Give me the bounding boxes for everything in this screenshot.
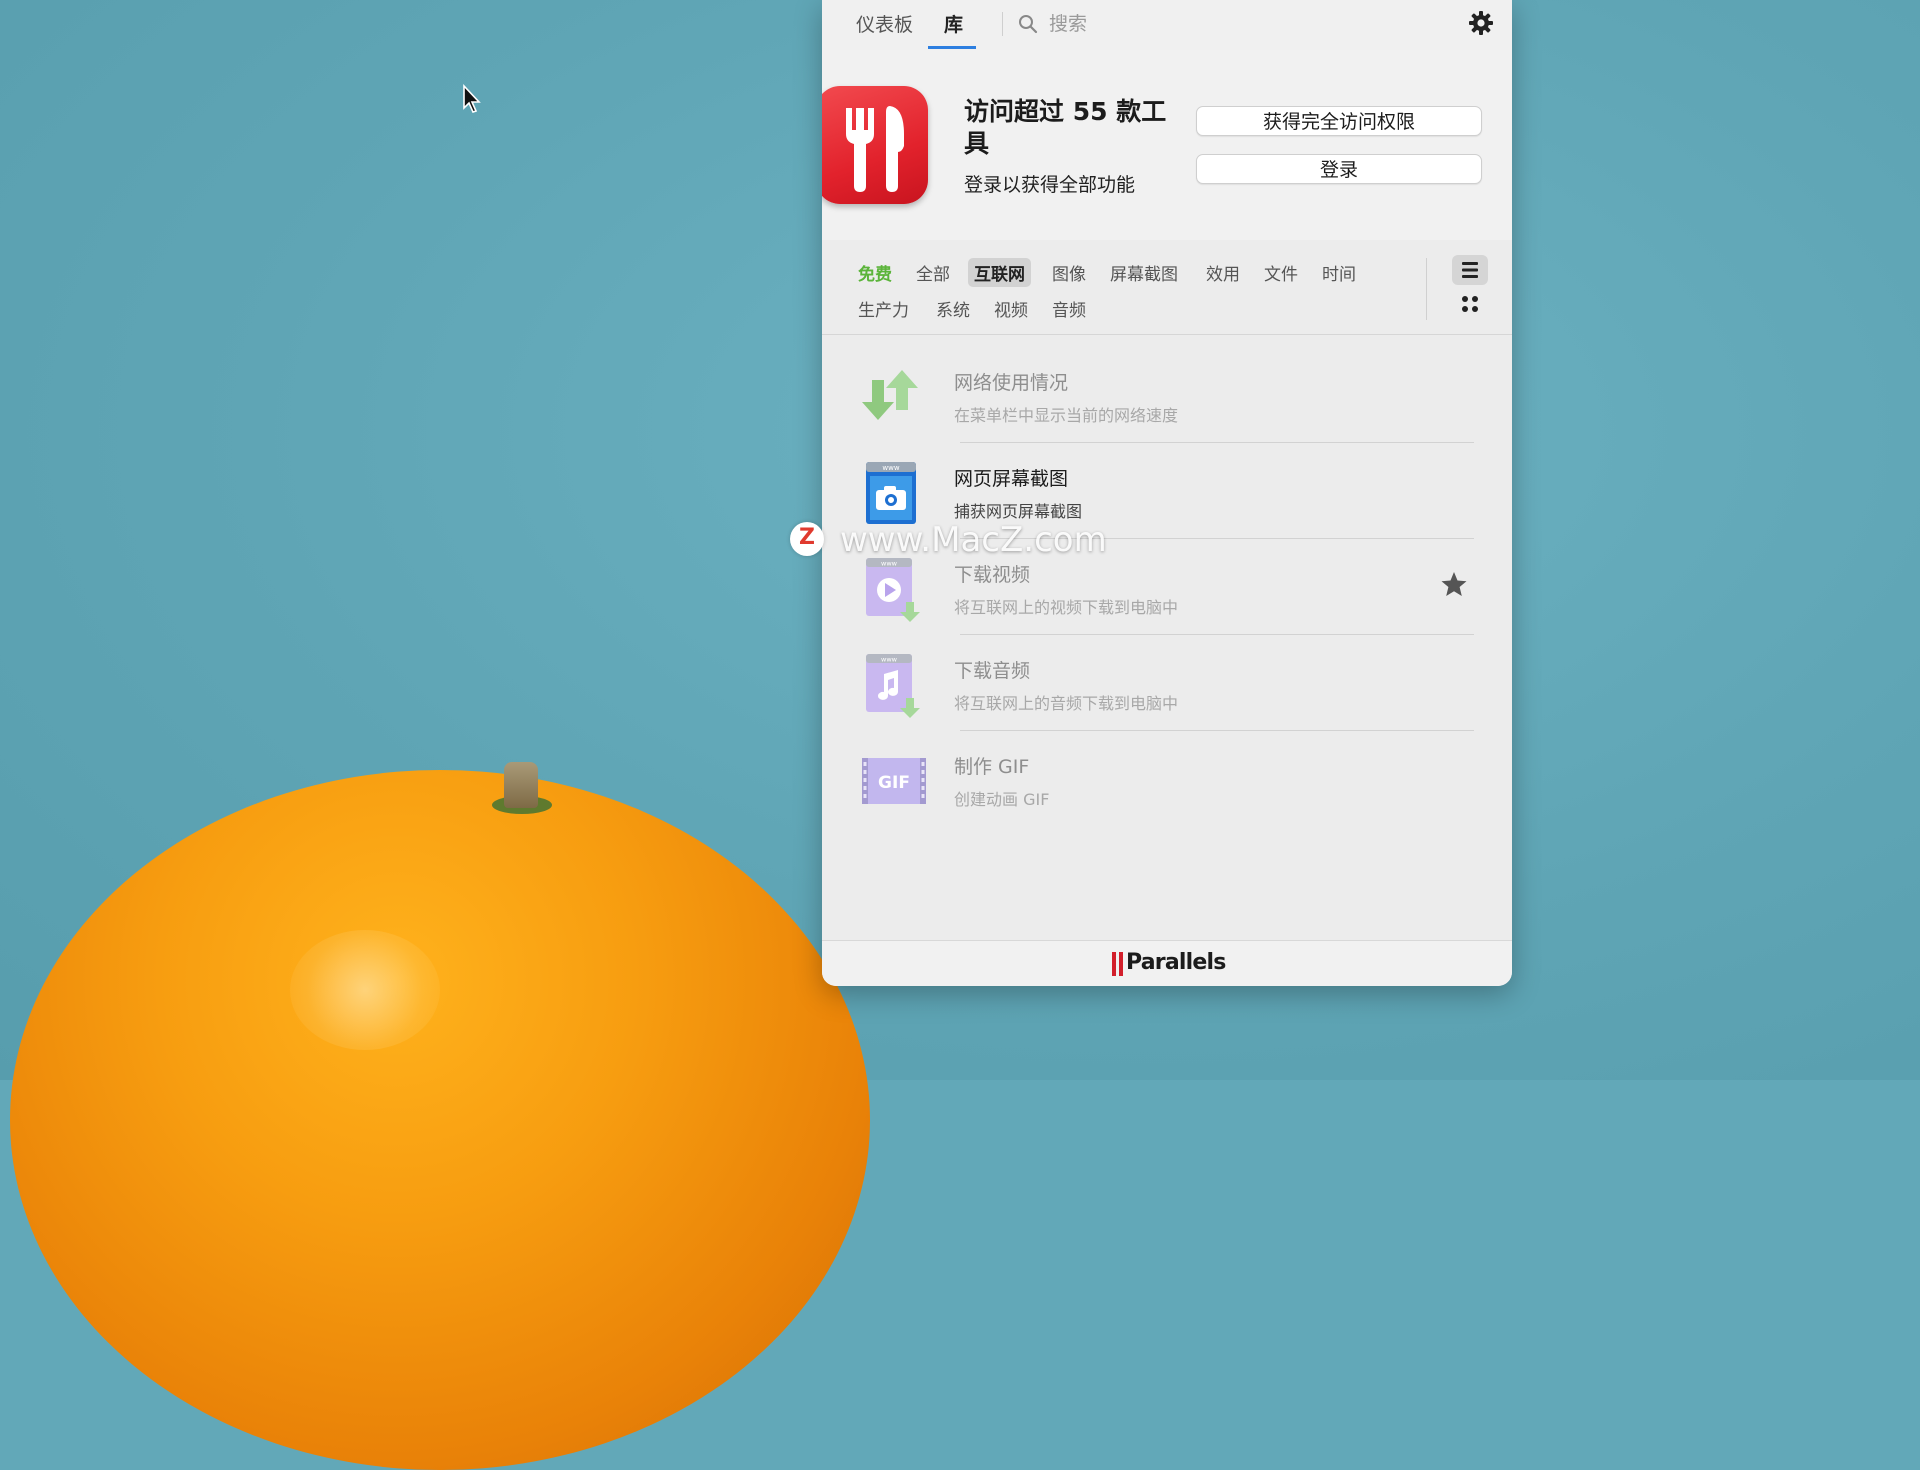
favorite-star-icon[interactable] bbox=[1440, 570, 1468, 598]
category-filter: 免费 全部 互联网 图像 屏幕截图 效用 文件 时间 生产力 系统 视频 音频 bbox=[822, 240, 1512, 335]
promo-subtitle: 登录以获得全部功能 bbox=[964, 174, 1136, 196]
category-divider bbox=[1426, 258, 1427, 320]
parallels-brand-text: Parallels bbox=[1126, 950, 1226, 975]
watermark-badge-icon: Z bbox=[790, 522, 824, 556]
watermark-badge-letter: Z bbox=[799, 525, 815, 550]
category-video[interactable]: 视频 bbox=[988, 294, 1034, 323]
tool-item-download-audio[interactable]: www 下载音频 将互联网上的音频下载到电脑中 bbox=[822, 636, 1512, 732]
panel-topbar: 仪表板 库 bbox=[822, 0, 1512, 51]
tool-description: 创建动画 GIF bbox=[954, 790, 1050, 809]
category-free[interactable]: 免费 bbox=[852, 258, 898, 287]
list-divider bbox=[960, 442, 1474, 443]
category-system[interactable]: 系统 bbox=[930, 294, 976, 323]
tool-title: 网络使用情况 bbox=[954, 372, 1069, 394]
wallpaper-orange bbox=[10, 770, 870, 1470]
category-files[interactable]: 文件 bbox=[1258, 258, 1304, 287]
category-screenshots[interactable]: 屏幕截图 bbox=[1104, 258, 1184, 287]
wallpaper-orange-stem bbox=[504, 762, 538, 808]
tool-description: 将互联网上的视频下载到电脑中 bbox=[954, 598, 1179, 617]
promo-title: 访问超过 55 款工具 bbox=[964, 97, 1167, 158]
get-full-access-button[interactable]: 获得完全访问权限 bbox=[1196, 106, 1482, 136]
tool-title: 下载音频 bbox=[954, 660, 1031, 682]
mouse-cursor-icon bbox=[463, 84, 481, 113]
promo-banner: 访问超过 55 款工具 登录以获得全部功能 获得完全访问权限 登录 bbox=[822, 50, 1512, 241]
gear-icon[interactable] bbox=[1468, 10, 1494, 36]
tool-title: 制作 GIF bbox=[954, 756, 1030, 778]
category-productivity[interactable]: 生产力 bbox=[852, 294, 915, 323]
parallels-logo-bar bbox=[1112, 952, 1116, 976]
tool-item-make-gif[interactable]: GIF 制作 GIF 创建动画 GIF bbox=[822, 732, 1512, 828]
category-all[interactable]: 全部 bbox=[910, 258, 956, 287]
grid-view-icon[interactable] bbox=[1460, 294, 1480, 314]
wallpaper-orange-highlight bbox=[290, 930, 440, 1050]
category-utilities[interactable]: 效用 bbox=[1200, 258, 1246, 287]
search-input[interactable] bbox=[1047, 8, 1431, 40]
list-divider bbox=[960, 730, 1474, 731]
category-time[interactable]: 时间 bbox=[1316, 258, 1362, 287]
topbar-divider bbox=[1002, 12, 1003, 36]
toolbox-app-icon bbox=[822, 86, 928, 204]
active-tab-indicator bbox=[928, 46, 976, 49]
tool-item-network-usage[interactable]: 网络使用情况 在菜单栏中显示当前的网络速度 bbox=[822, 348, 1512, 444]
parallels-logo-bar bbox=[1119, 952, 1123, 976]
login-button[interactable]: 登录 bbox=[1196, 154, 1482, 184]
tool-description: 在菜单栏中显示当前的网络速度 bbox=[954, 406, 1179, 425]
make-gif-icon: GIF bbox=[862, 758, 926, 804]
tab-library[interactable]: 库 bbox=[944, 10, 963, 37]
tool-title: 下载视频 bbox=[954, 564, 1031, 586]
category-images[interactable]: 图像 bbox=[1046, 258, 1092, 287]
list-view-button[interactable] bbox=[1452, 255, 1488, 285]
tools-icon bbox=[846, 106, 904, 192]
panel-footer: Parallels bbox=[822, 940, 1512, 986]
svg-text:www: www bbox=[881, 560, 898, 568]
network-arrows-icon bbox=[862, 370, 918, 420]
tool-description: 捕获网页屏幕截图 bbox=[954, 502, 1083, 521]
download-audio-icon: www bbox=[866, 654, 920, 718]
tab-dashboard[interactable]: 仪表板 bbox=[856, 10, 913, 37]
tool-description: 将互联网上的音频下载到电脑中 bbox=[954, 694, 1179, 713]
watermark-text: www.MacZ.com bbox=[840, 520, 1107, 560]
web-screenshot-icon: www bbox=[866, 462, 916, 524]
category-audio[interactable]: 音频 bbox=[1046, 294, 1092, 323]
toolbox-panel: 仪表板 库 搜索 访问超过 55 款工具 登录以获得全部功能 获得完全访问权限 … bbox=[822, 0, 1512, 986]
tool-title: 网页屏幕截图 bbox=[954, 468, 1069, 490]
svg-text:www: www bbox=[882, 464, 899, 472]
category-internet[interactable]: 互联网 bbox=[968, 258, 1031, 287]
gif-icon-label: GIF bbox=[878, 773, 910, 793]
list-divider bbox=[960, 634, 1474, 635]
download-video-icon: www bbox=[866, 558, 920, 622]
svg-text:www: www bbox=[881, 656, 898, 664]
list-view-icon bbox=[1462, 262, 1478, 278]
search-icon bbox=[1019, 15, 1038, 34]
